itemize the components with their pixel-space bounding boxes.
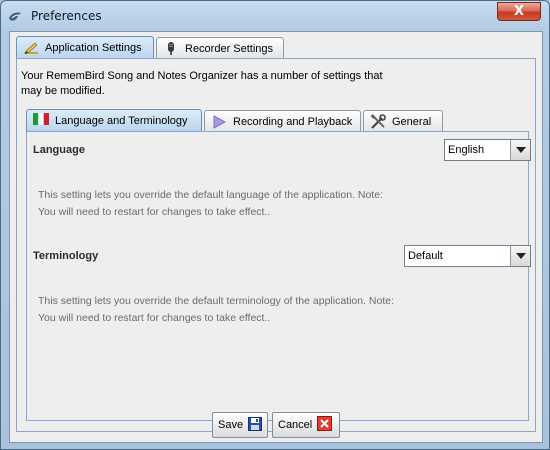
chevron-down-icon[interactable] <box>510 140 530 160</box>
microphone-icon <box>163 41 179 57</box>
close-icon: X <box>513 4 525 19</box>
pen-icon <box>23 40 39 56</box>
cancel-x-icon <box>317 416 333 434</box>
chevron-down-icon[interactable] <box>510 246 530 266</box>
cancel-button-label: Cancel <box>278 419 313 431</box>
language-select[interactable]: English <box>444 139 531 161</box>
tab-recording-playback-label: Recording and Playback <box>233 115 353 128</box>
play-icon <box>211 114 227 130</box>
terminology-label: Terminology <box>33 250 99 262</box>
settings-description: Your RememBird Song and Notes Organizer … <box>21 70 383 97</box>
floppy-disk-icon <box>248 416 263 434</box>
tab-language-terminology[interactable]: Language and Terminology <box>26 109 202 132</box>
tools-icon <box>370 113 386 130</box>
window-title: Preferences <box>31 9 102 23</box>
tab-general-label: General <box>392 115 432 128</box>
language-help-line-2: You will need to restart for changes to … <box>38 206 271 218</box>
application-settings-panel: Your RememBird Song and Notes Organizer … <box>16 58 536 432</box>
tab-general[interactable]: General <box>363 110 443 132</box>
tab-recorder-settings-label: Recorder Settings <box>185 42 274 55</box>
language-help-line-1: This setting lets you override the defau… <box>38 189 383 201</box>
cancel-button[interactable]: Cancel <box>272 412 340 438</box>
tab-recorder-settings[interactable]: Recorder Settings <box>156 37 284 59</box>
terminology-help-line-2: You will need to restart for changes to … <box>38 312 271 324</box>
terminology-help-text: This setting lets you override the defau… <box>38 293 394 327</box>
tab-language-terminology-label: Language and Terminology <box>55 115 188 127</box>
save-button[interactable]: Save <box>212 412 268 438</box>
app-bird-icon <box>8 9 24 23</box>
tab-recording-playback[interactable]: Recording and Playback <box>204 110 361 132</box>
terminology-select-value: Default <box>408 250 443 262</box>
language-help-text: This setting lets you override the defau… <box>38 187 383 221</box>
save-button-label: Save <box>218 419 244 431</box>
tab-application-settings[interactable]: Application Settings <box>16 36 154 59</box>
language-label: Language <box>33 144 85 156</box>
language-terminology-panel: Language English This setting lets you o… <box>26 131 531 421</box>
language-select-value: English <box>448 144 485 156</box>
terminology-help-line-1: This setting lets you override the defau… <box>38 295 395 307</box>
close-button[interactable]: X <box>497 2 541 21</box>
italy-flag-icon <box>33 113 49 129</box>
preferences-window: Preferences X Application Settings Recor… <box>0 0 550 450</box>
client-area: Application Settings Recorder Settings Y… <box>9 31 543 443</box>
tab-application-settings-label: Application Settings <box>45 42 142 54</box>
terminology-select[interactable]: Default <box>404 245 531 267</box>
title-bar[interactable]: Preferences X <box>1 1 549 31</box>
